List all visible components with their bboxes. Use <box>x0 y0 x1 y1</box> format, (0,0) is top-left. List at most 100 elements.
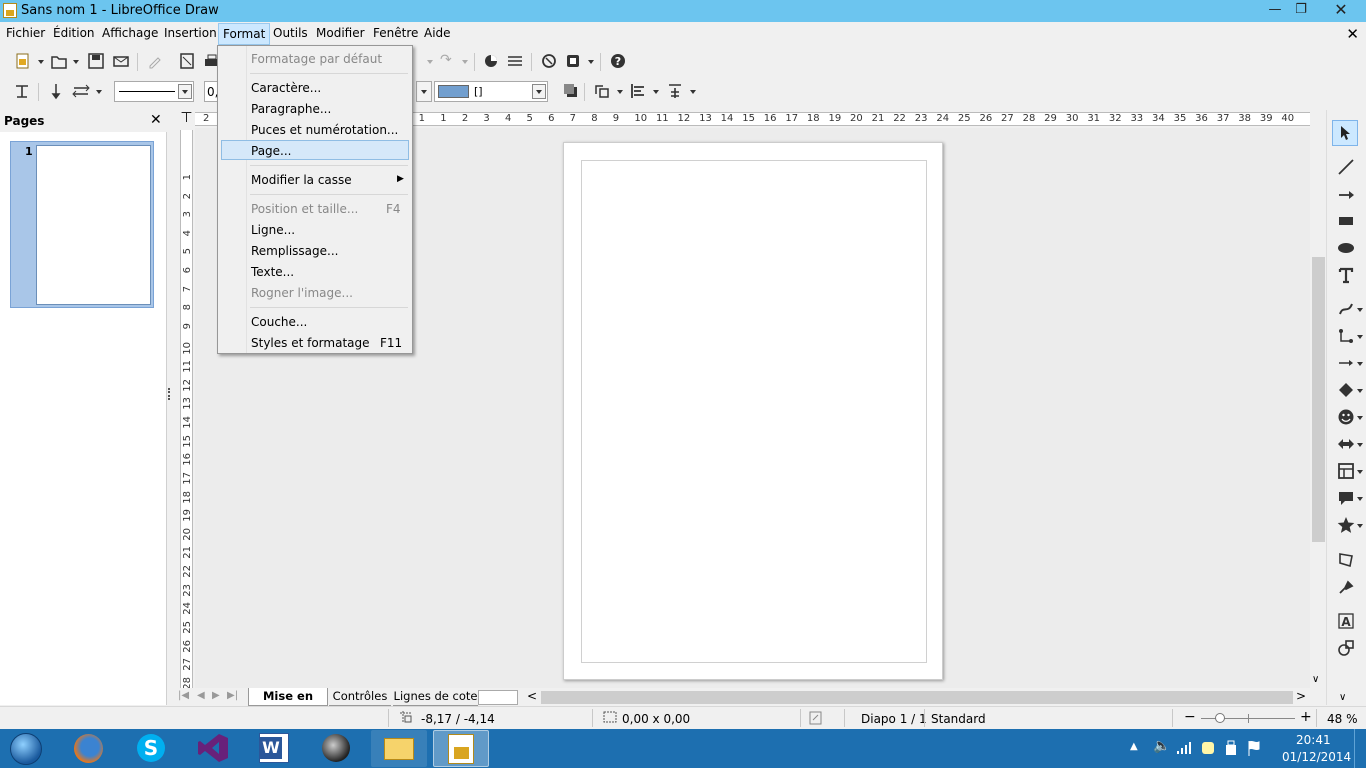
chart-icon[interactable] <box>482 52 500 70</box>
lines-arrows-dropdown-icon[interactable] <box>1357 362 1363 366</box>
menu-edition[interactable]: Édition <box>53 26 95 40</box>
menu-aide[interactable]: Aide <box>424 26 451 40</box>
scroll-right-arrow-icon[interactable]: > <box>1296 689 1306 703</box>
rectangle-tool-icon[interactable] <box>1337 212 1355 230</box>
lines-arrows-tool-icon[interactable] <box>1337 354 1355 372</box>
menu-item-formatage-par-defaut[interactable]: Formatage par défaut <box>251 52 382 66</box>
stars-tool-icon[interactable] <box>1337 516 1355 534</box>
taskbar-file-explorer[interactable] <box>371 730 427 767</box>
menu-fichier[interactable]: Fichier <box>6 26 45 40</box>
last-tab-icon[interactable]: ▶| <box>227 690 238 701</box>
connector-dropdown-icon[interactable] <box>1357 335 1363 339</box>
arrange-icon[interactable] <box>666 82 684 100</box>
redo-icon[interactable]: ↷ <box>440 52 452 68</box>
taskbar-date[interactable]: 01/12/2014 <box>1282 750 1351 764</box>
close-window-button[interactable]: ✕ <box>1318 0 1364 20</box>
align-dropdown-icon[interactable] <box>653 90 659 94</box>
menu-affichage[interactable]: Affichage <box>102 26 158 40</box>
menu-outils[interactable]: Outils <box>273 26 308 40</box>
block-arrows-dropdown-icon[interactable] <box>1357 443 1363 447</box>
prev-tab-icon[interactable]: ◀ <box>197 690 205 701</box>
curves-dropdown-icon[interactable] <box>1357 308 1363 312</box>
menu-item-styles-et-formatage[interactable]: Styles et formatage <box>251 336 370 350</box>
menu-item-paragraphe[interactable]: Paragraphe... <box>251 102 331 116</box>
scroll-corner-down-icon[interactable]: ∨ <box>1339 692 1346 703</box>
email-icon[interactable] <box>112 52 130 70</box>
tray-overflow-icon[interactable]: ▲ <box>1130 741 1138 752</box>
menu-item-texte[interactable]: Texte... <box>251 265 294 279</box>
document-modified-icon[interactable] <box>809 711 823 725</box>
symbol-shapes-tool-icon[interactable] <box>1337 408 1355 426</box>
points-tool-icon[interactable] <box>1337 551 1355 569</box>
block-arrows-tool-icon[interactable] <box>1337 435 1355 453</box>
save-icon[interactable] <box>87 52 105 70</box>
symbol-shapes-dropdown-icon[interactable] <box>1357 416 1363 420</box>
ruler-origin-icon[interactable]: ⊤ <box>178 110 195 130</box>
basic-shapes-dropdown-icon[interactable] <box>1357 389 1363 393</box>
close-document-button[interactable]: ✕ <box>1346 25 1359 43</box>
minimize-button[interactable]: — <box>1264 0 1286 20</box>
curves-tool-icon[interactable] <box>1337 300 1355 318</box>
export-pdf-icon[interactable] <box>178 52 196 70</box>
taskbar-visual-studio[interactable] <box>185 730 241 767</box>
navigator-icon[interactable] <box>540 52 558 70</box>
rotate-icon[interactable] <box>593 82 611 100</box>
menu-fenetre[interactable]: Fenêtre <box>373 26 418 40</box>
menu-modifier[interactable]: Modifier <box>316 26 365 40</box>
stars-dropdown-icon[interactable] <box>1357 524 1363 528</box>
extrusion-tool-icon[interactable] <box>1337 639 1355 657</box>
tab-bar-resize-handle[interactable] <box>478 690 518 705</box>
menu-item-ligne[interactable]: Ligne... <box>251 223 295 237</box>
arrow-line-tool-icon[interactable] <box>1337 186 1355 204</box>
show-desktop-button[interactable] <box>1354 729 1366 768</box>
line-color-dropdown-button[interactable] <box>416 81 432 102</box>
menu-item-couche[interactable]: Couche... <box>251 315 307 329</box>
panel-splitter-handle[interactable] <box>168 388 171 400</box>
select-tool-button[interactable] <box>1332 120 1358 146</box>
callouts-tool-icon[interactable] <box>1337 489 1355 507</box>
glue-points-tool-icon[interactable] <box>1337 578 1355 596</box>
line-icon[interactable] <box>47 82 65 100</box>
first-tab-icon[interactable]: |◀ <box>178 690 189 701</box>
page-thumbnail[interactable] <box>36 145 151 305</box>
basic-shapes-tool-icon[interactable] <box>1337 381 1355 399</box>
tab-lignes-de-cote[interactable]: Lignes de cote <box>393 688 478 706</box>
notes-tray-icon[interactable] <box>1202 742 1214 754</box>
menu-item-caractere[interactable]: Caractère... <box>251 81 321 95</box>
open-dropdown-icon[interactable] <box>73 60 79 64</box>
undo-dropdown-icon[interactable] <box>427 60 433 64</box>
scroll-left-arrow-icon[interactable]: < <box>527 689 537 703</box>
menu-item-rogner-l-image[interactable]: Rogner l'image... <box>251 286 353 300</box>
close-pages-panel-button[interactable]: ✕ <box>150 112 162 128</box>
taskbar-firefox[interactable] <box>61 730 117 767</box>
rotate-dropdown-icon[interactable] <box>617 90 623 94</box>
line-tool-icon[interactable] <box>1337 158 1355 176</box>
usb-device-icon[interactable] <box>1224 740 1238 756</box>
edit-mode-icon[interactable] <box>146 52 164 70</box>
connector-tool-icon[interactable] <box>1337 327 1355 345</box>
menu-item-modifier-la-casse[interactable]: Modifier la casse <box>251 173 352 187</box>
help-icon[interactable]: ? <box>609 52 627 70</box>
page-thumbnail-slot[interactable]: 1 <box>10 141 154 308</box>
gallery-icon[interactable] <box>564 52 582 70</box>
status-style[interactable]: Standard <box>931 712 986 726</box>
fontwork-icon[interactable] <box>506 52 524 70</box>
arrow-style-dropdown-icon[interactable] <box>96 90 102 94</box>
menu-format[interactable]: Format <box>218 23 271 45</box>
taskbar-word[interactable]: W <box>247 730 303 767</box>
maximize-button[interactable]: ❐ <box>1290 0 1312 20</box>
status-zoom[interactable]: 48 % <box>1327 712 1358 726</box>
fontwork-tool-icon[interactable]: A <box>1337 612 1355 630</box>
tab-controles[interactable]: Contrôles <box>329 688 391 706</box>
taskbar-media-app[interactable] <box>309 730 365 767</box>
line-style-dropdown-button[interactable] <box>178 84 192 99</box>
redo-dropdown-icon[interactable] <box>462 60 468 64</box>
new-document-icon[interactable] <box>14 52 32 70</box>
fill-color-dropdown-button[interactable] <box>532 84 546 99</box>
align-icon[interactable] <box>629 82 647 100</box>
start-button[interactable] <box>4 731 48 766</box>
menu-item-page[interactable]: Page... <box>251 144 292 158</box>
menu-item-puces-et-numerotation[interactable]: Puces et numérotation... <box>251 123 398 137</box>
vertical-scrollbar-thumb[interactable] <box>1312 257 1325 542</box>
taskbar-skype[interactable]: S <box>123 730 179 767</box>
